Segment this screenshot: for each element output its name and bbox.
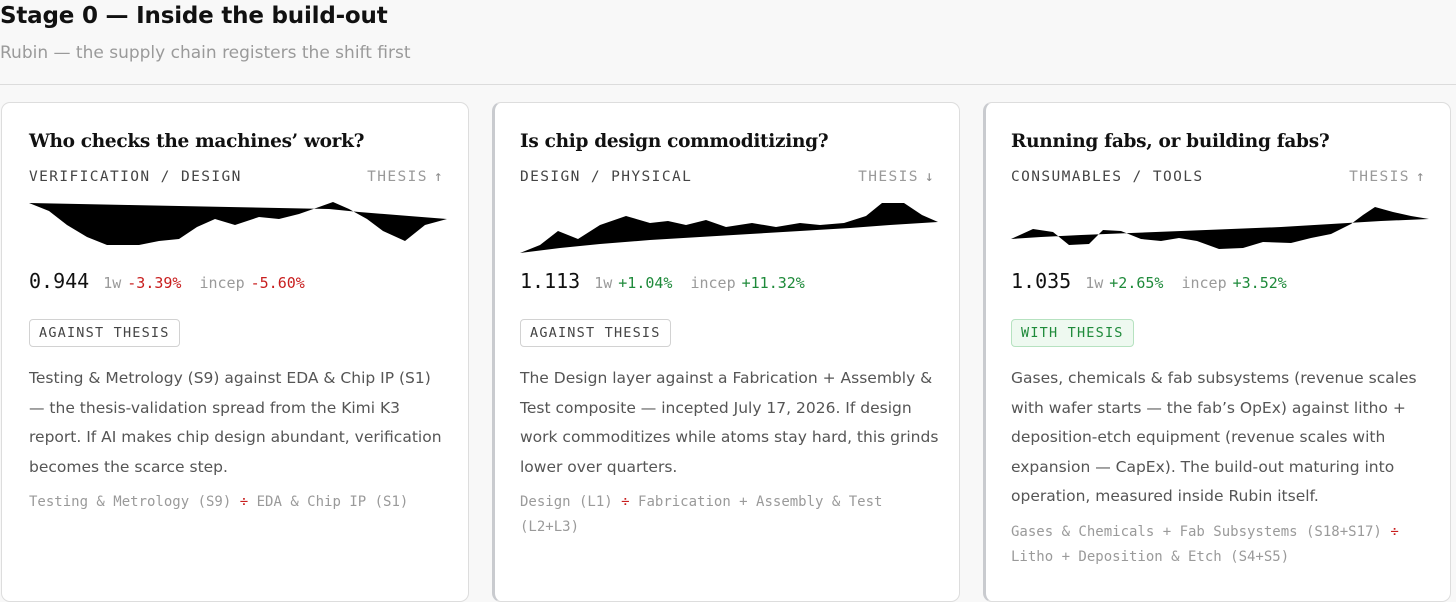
- sparkline-chart: [520, 203, 938, 253]
- week-label: 1w: [594, 274, 613, 292]
- inception-change: +3.52%: [1232, 274, 1287, 292]
- metrics-row: 1.113 1w +1.04% incep +11.32%: [520, 269, 805, 293]
- spread-card-design[interactable]: Is chip design commoditizing? DESIGN / P…: [492, 102, 960, 602]
- formula-numerator: Design (L1): [520, 494, 613, 510]
- thesis-direction: THESIS ↑: [1349, 169, 1426, 185]
- metrics-row: 0.944 1w -3.39% incep -5.60%: [29, 269, 305, 293]
- card-title: Is chip design commoditizing?: [520, 131, 829, 152]
- sparkline-area: [1011, 207, 1429, 249]
- spread-card-verification[interactable]: Who checks the machines’ work? VERIFICAT…: [1, 102, 469, 602]
- spread-formula: Testing & Metrology (S9) ÷ EDA & Chip IP…: [29, 490, 449, 515]
- week-change: +1.04%: [618, 274, 673, 292]
- status-badge: AGAINST THESIS: [29, 319, 180, 347]
- formula-numerator: Gases & Chemicals + Fab Subsystems (S18+…: [1011, 524, 1382, 540]
- spread-card-consumables[interactable]: Running fabs, or building fabs? CONSUMAB…: [983, 102, 1451, 602]
- formula-numerator: Testing & Metrology (S9): [29, 494, 232, 510]
- sparkline-chart: [1011, 207, 1429, 249]
- thesis-label: THESIS: [367, 169, 428, 185]
- card-title: Who checks the machines’ work?: [29, 131, 365, 152]
- week-change: -3.39%: [127, 274, 182, 292]
- arrow-up-icon: ↑: [1415, 169, 1426, 185]
- inception-label: incep: [199, 274, 245, 292]
- formula-denominator: Litho + Deposition & Etch (S4+S5): [1011, 549, 1290, 565]
- spread-formula: Gases & Chemicals + Fab Subsystems (S18+…: [1011, 520, 1431, 570]
- card-title: Running fabs, or building fabs?: [1011, 131, 1330, 152]
- spread-value: 1.035: [1011, 269, 1072, 293]
- inception-change: +11.32%: [741, 274, 805, 292]
- inception-change: -5.60%: [250, 274, 305, 292]
- spread-value: 1.113: [520, 269, 581, 293]
- spread-formula: Design (L1) ÷ Fabrication + Assembly & T…: [520, 490, 940, 540]
- formula-denominator: EDA & Chip IP (S1): [256, 494, 409, 510]
- week-label: 1w: [1085, 274, 1104, 292]
- divide-icon: ÷: [239, 494, 249, 510]
- card-description: The Design layer against a Fabrication +…: [520, 369, 939, 476]
- page-subtitle: Rubin — the supply chain registers the s…: [0, 43, 411, 63]
- card-category: VERIFICATION / DESIGN: [29, 169, 242, 185]
- card-category: DESIGN / PHYSICAL: [520, 169, 693, 185]
- metrics-row: 1.035 1w +2.65% incep +3.52%: [1011, 269, 1287, 293]
- card-description: Gases, chemicals & fab subsystems (reven…: [1011, 369, 1417, 505]
- thesis-direction: THESIS ↓: [858, 169, 935, 185]
- week-change: +2.65%: [1109, 274, 1164, 292]
- sparkline-chart: [29, 202, 447, 245]
- spread-value: 0.944: [29, 269, 90, 293]
- sparkline-area: [520, 203, 938, 253]
- thesis-label: THESIS: [1349, 169, 1410, 185]
- status-badge: AGAINST THESIS: [520, 319, 671, 347]
- week-label: 1w: [103, 274, 122, 292]
- page-header: Stage 0 — Inside the build-out Rubin — t…: [0, 0, 1456, 85]
- card-category: CONSUMABLES / TOOLS: [1011, 169, 1204, 185]
- arrow-up-icon: ↑: [433, 169, 444, 185]
- inception-label: incep: [1181, 274, 1227, 292]
- divide-icon: ÷: [1390, 524, 1399, 540]
- arrow-down-icon: ↓: [924, 169, 935, 185]
- thesis-label: THESIS: [858, 169, 919, 185]
- inception-label: incep: [690, 274, 736, 292]
- page-title: Stage 0 — Inside the build-out: [0, 3, 388, 29]
- thesis-direction: THESIS ↑: [367, 169, 444, 185]
- status-badge: WITH THESIS: [1011, 319, 1134, 347]
- sparkline-area: [29, 202, 447, 245]
- divide-icon: ÷: [621, 494, 630, 510]
- card-description: Testing & Metrology (S9) against EDA & C…: [29, 369, 442, 476]
